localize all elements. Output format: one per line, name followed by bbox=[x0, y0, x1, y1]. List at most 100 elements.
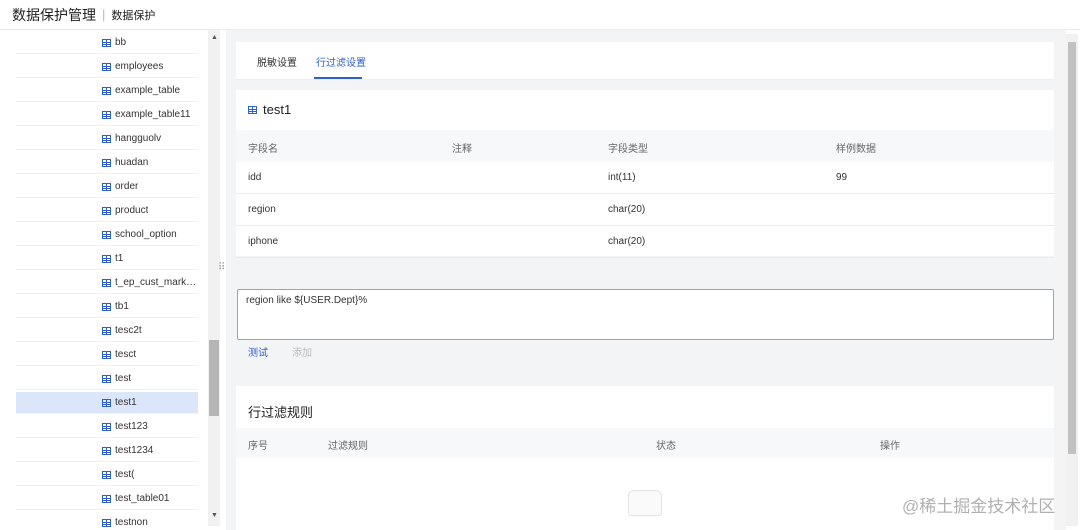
column-header: 操作 bbox=[880, 441, 900, 452]
tree-item[interactable]: order bbox=[16, 176, 198, 198]
column-header: 过滤规则 bbox=[328, 441, 368, 452]
column-header: 序号 bbox=[248, 441, 268, 452]
table-icon bbox=[102, 38, 111, 47]
tree-item[interactable]: huadan bbox=[16, 152, 198, 174]
breadcrumb: 数据保护 bbox=[111, 9, 156, 22]
tree-item[interactable]: example_table11 bbox=[16, 104, 198, 126]
tree-item-label: tb1 bbox=[115, 301, 129, 312]
tree-item-label: bb bbox=[115, 37, 127, 48]
table-row: idd int(11) 99 bbox=[236, 162, 1054, 194]
tree-item-label: testnon bbox=[115, 517, 148, 528]
field-table-header: 字段名 注释 字段类型 样例数据 bbox=[236, 130, 1054, 162]
tree-item[interactable]: test( bbox=[16, 464, 198, 486]
table-icon bbox=[102, 158, 111, 167]
tree-item[interactable]: product bbox=[16, 200, 198, 222]
tree-item-label: product bbox=[115, 205, 149, 216]
tree-item[interactable]: school_option bbox=[16, 224, 198, 246]
column-header: 注释 bbox=[452, 144, 472, 155]
tree-item[interactable]: tb1 bbox=[16, 296, 198, 318]
table-icon bbox=[102, 470, 111, 479]
tree-item[interactable]: employees bbox=[16, 56, 198, 78]
column-header: 字段类型 bbox=[608, 144, 648, 155]
tree-scrollbar[interactable]: ▲ ▼ bbox=[208, 30, 220, 526]
field-sample: 99 bbox=[836, 172, 848, 183]
field-type: char(20) bbox=[608, 204, 646, 215]
field-table-card: test1 字段名 注释 字段类型 样例数据 idd int(11) 99 re… bbox=[236, 90, 1054, 258]
table-icon bbox=[102, 518, 111, 527]
table-icon bbox=[102, 110, 111, 119]
table-name: test1 bbox=[263, 102, 292, 117]
tree-item[interactable]: test bbox=[16, 368, 198, 390]
table-icon bbox=[102, 398, 111, 407]
tree-item-label: t_ep_cust_marke... bbox=[115, 277, 198, 288]
empty-box-icon bbox=[628, 490, 662, 516]
table-icon bbox=[102, 254, 111, 263]
tree-item-label: test1234 bbox=[115, 445, 154, 456]
tree-scrollbar-thumb[interactable] bbox=[209, 340, 219, 416]
field-name: iphone bbox=[248, 236, 279, 247]
test-button[interactable]: 测试 bbox=[248, 344, 268, 359]
tree-item[interactable]: tesct bbox=[16, 344, 198, 366]
tree-item-label: t1 bbox=[115, 253, 124, 264]
field-type: int(11) bbox=[608, 172, 636, 183]
tree-item[interactable]: bb bbox=[16, 32, 198, 54]
tab-desensitize[interactable]: 脱敏设置 bbox=[257, 54, 297, 69]
tree-item-label: test( bbox=[115, 469, 135, 480]
table-icon bbox=[102, 446, 111, 455]
table-row: region char(20) bbox=[236, 194, 1054, 226]
tree-item-label: hangguolv bbox=[115, 133, 162, 144]
table-icon bbox=[102, 86, 111, 95]
main-scrollbar-thumb[interactable] bbox=[1068, 42, 1076, 454]
top-bar: 数据保护管理 | 数据保护 bbox=[0, 0, 1080, 30]
table-row: iphone char(20) bbox=[236, 226, 1054, 258]
scroll-down-arrow[interactable]: ▼ bbox=[211, 512, 218, 519]
tree-item-label: tesct bbox=[115, 349, 137, 360]
add-button[interactable]: 添加 bbox=[292, 344, 312, 359]
page-title: 数据保护管理 bbox=[12, 6, 96, 23]
table-icon bbox=[102, 302, 111, 311]
table-icon bbox=[102, 422, 111, 431]
tree-item-label: test1 bbox=[115, 397, 137, 408]
rules-title: 行过滤规则 bbox=[248, 405, 314, 420]
table-icon bbox=[102, 230, 111, 239]
tree-item[interactable]: tesc2t bbox=[16, 320, 198, 342]
tab-row-filter[interactable]: 行过滤设置 bbox=[316, 54, 366, 69]
tree-item-label: tesc2t bbox=[115, 325, 142, 336]
tree-item-label: order bbox=[115, 181, 139, 192]
table-icon bbox=[102, 182, 111, 191]
tree-item[interactable]: hangguolv bbox=[16, 128, 198, 150]
table-icon bbox=[102, 278, 111, 287]
drag-handle-icon[interactable]: ⠿ bbox=[218, 262, 225, 276]
table-icon bbox=[102, 494, 111, 503]
tree-item[interactable]: example_table bbox=[16, 80, 198, 102]
main-scrollbar[interactable] bbox=[1066, 34, 1078, 526]
watermark: @稀土掘金技术社区 bbox=[902, 497, 1056, 516]
tree-item[interactable]: t_ep_cust_marke... bbox=[16, 272, 198, 294]
table-icon bbox=[102, 326, 111, 335]
scroll-up-arrow[interactable]: ▲ bbox=[211, 34, 218, 41]
tree-item[interactable]: testnon bbox=[16, 512, 198, 530]
table-icon bbox=[102, 350, 111, 359]
tree-item[interactable]: test1 bbox=[16, 392, 198, 414]
active-tab-indicator bbox=[314, 77, 362, 79]
column-header: 字段名 bbox=[248, 144, 278, 155]
main-panel: 脱敏设置 行过滤设置 test1 字段名 注释 字段类型 样例数据 idd in… bbox=[226, 30, 1066, 530]
tree-item[interactable]: test1234 bbox=[16, 440, 198, 462]
field-name: idd bbox=[248, 172, 262, 183]
table-tree: bb employees example_table example_table11h… bbox=[0, 30, 208, 530]
table-title: test1 bbox=[248, 102, 291, 117]
tree-item-label: test bbox=[115, 373, 132, 384]
tree-item-label: example_table bbox=[115, 85, 181, 96]
filter-expression-input[interactable] bbox=[237, 289, 1054, 340]
tree-item-label: example_table11 bbox=[115, 109, 191, 120]
field-type: char(20) bbox=[608, 236, 646, 247]
column-header: 样例数据 bbox=[836, 144, 876, 155]
breadcrumb-separator: | bbox=[102, 7, 106, 22]
tab-bar: 脱敏设置 行过滤设置 bbox=[236, 42, 1054, 80]
table-icon bbox=[102, 134, 111, 143]
tree-item[interactable]: test_table01 bbox=[16, 488, 198, 510]
tree-item[interactable]: test123 bbox=[16, 416, 198, 438]
table-icon bbox=[102, 374, 111, 383]
tree-item[interactable]: t1 bbox=[16, 248, 198, 270]
tree-item-label: school_option bbox=[115, 229, 177, 240]
